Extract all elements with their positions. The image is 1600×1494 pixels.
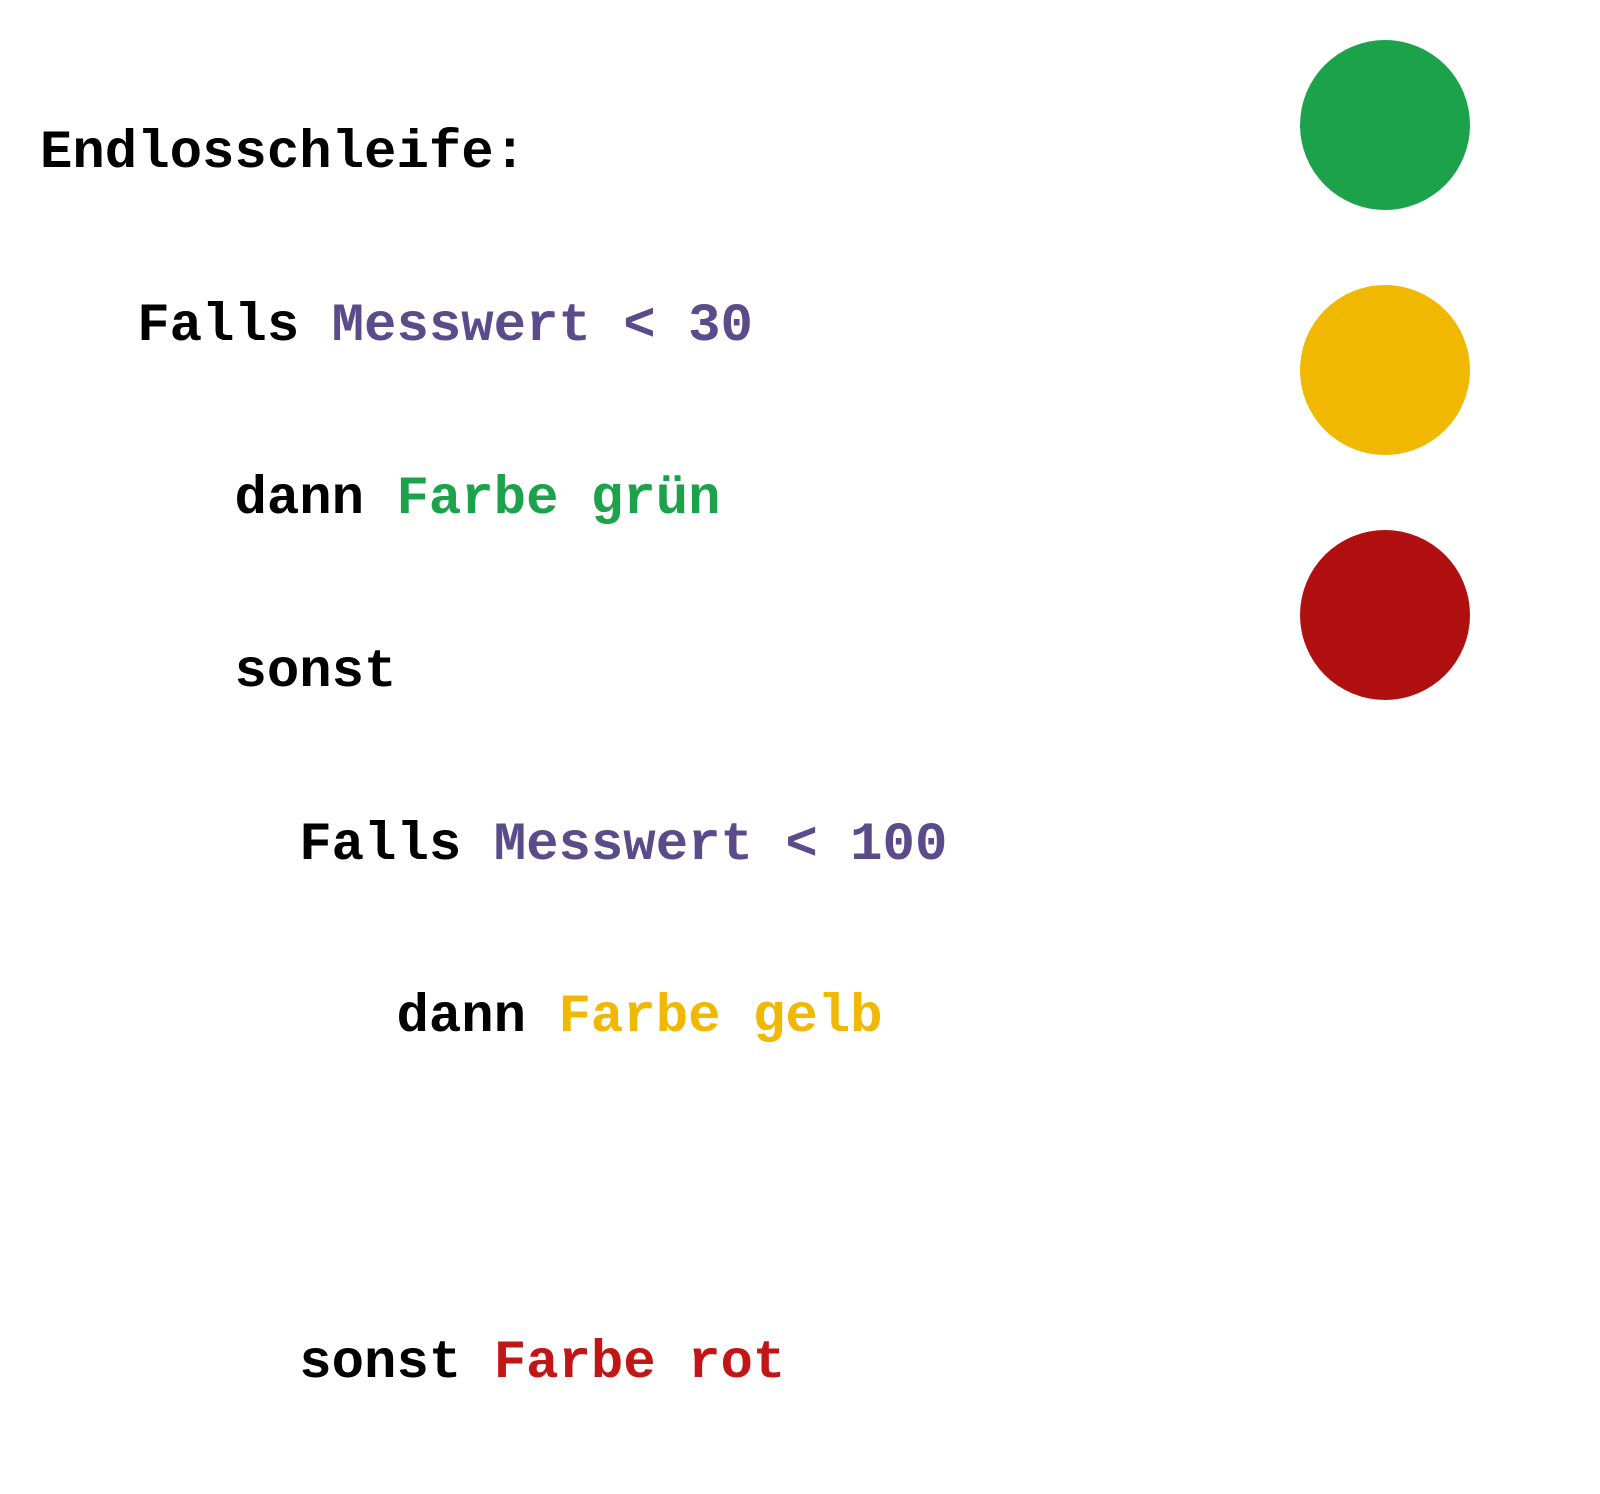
keyword-loop: Endlosschleife: <box>40 123 526 184</box>
indicator-yellow <box>1300 285 1470 455</box>
keyword-sonst-2: sonst <box>299 1333 493 1394</box>
condition-1: Messwert < 30 <box>332 296 753 357</box>
action-red: Farbe rot <box>494 1333 786 1394</box>
action-green: Farbe grün <box>396 469 720 530</box>
keyword-falls: Falls <box>137 296 331 357</box>
action-yellow: Farbe gelb <box>559 987 883 1048</box>
code-line-3: dann Farbe grün <box>40 457 947 543</box>
code-line-1: Endlosschleife: <box>40 111 947 197</box>
indicator-red <box>1300 530 1470 700</box>
code-line-8: sonst Farbe rot <box>40 1321 947 1407</box>
code-line-2: Falls Messwert < 30 <box>40 284 947 370</box>
code-line-4: sonst <box>40 630 947 716</box>
traffic-light-indicators <box>1300 40 1470 700</box>
code-line-6: dann Farbe gelb <box>40 975 947 1061</box>
code-line-7 <box>40 1148 947 1234</box>
keyword-sonst: sonst <box>234 642 396 703</box>
code-line-5: Falls Messwert < 100 <box>40 803 947 889</box>
keyword-falls-2: Falls <box>299 815 493 876</box>
condition-2: Messwert < 100 <box>494 815 948 876</box>
pseudocode-block: Endlosschleife: Falls Messwert < 30 dann… <box>40 25 947 1494</box>
indicator-green <box>1300 40 1470 210</box>
keyword-dann-2: dann <box>396 987 558 1048</box>
keyword-dann: dann <box>234 469 396 530</box>
